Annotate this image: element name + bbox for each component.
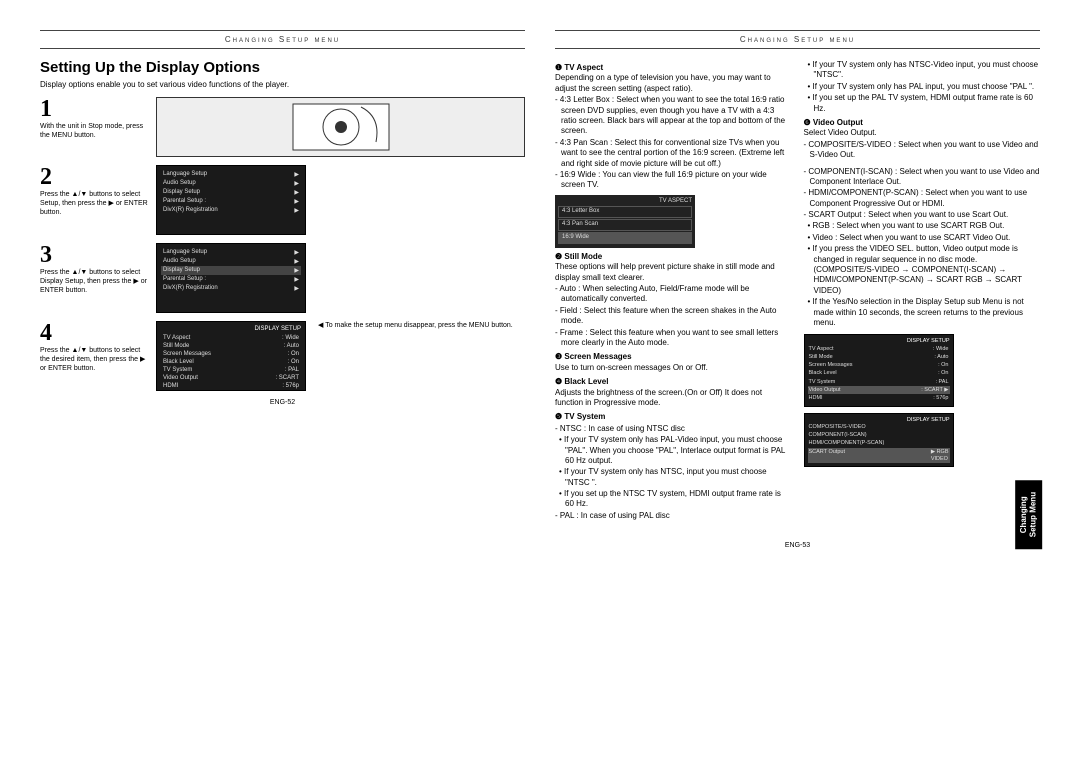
display-setup-screenshot: DISPLAY SETUP TV Aspect: Wide Still Mode… [156,321,306,391]
step-2: 2 Press the ▲/▼ buttons to select Setup,… [40,165,525,235]
tv-aspect-screenshot: TV ASPECT 4:3 Letter Box 4:3 Pan Scan 16… [555,195,695,248]
still-mode-title: ❷ Still Mode [555,252,792,262]
step-4-number: 4 [40,321,150,345]
left-page-number: ENG-52 [40,399,525,406]
menu-close-note: ◀ To make the setup menu disappear, pres… [312,321,525,391]
step-4-text: Press the ▲/▼ buttons to select the desi… [40,347,150,373]
display-setup-mini-screenshot: DISPLAY SETUP TV Aspect: Wide Still Mode… [804,334,954,406]
right-page-header: Changing Setup menu [555,30,1040,49]
step-4: 4 Press the ▲/▼ buttons to select the de… [40,321,525,391]
step-3: 3 Press the ▲/▼ buttons to select Displa… [40,243,525,313]
setup-menu-screenshot-1: Language Setup▶ Audio Setup▶ Display Set… [156,165,306,235]
video-output-mini-screenshot: DISPLAY SETUP COMPOSITE/S-VIDEO COMPONEN… [804,413,954,468]
step-3-text: Press the ▲/▼ buttons to select Display … [40,269,150,295]
step-1-number: 1 [40,97,150,121]
step-1: 1 With the unit in Stop mode, press the … [40,97,525,157]
side-tab: Changing Setup Menu [1015,480,1042,549]
step-3-number: 3 [40,243,150,267]
page-title: Setting Up the Display Options [40,59,525,76]
right-page-number: ENG-53 [555,542,1040,549]
black-level-title: ❹ Black Level [555,377,792,387]
step-1-text: With the unit in Stop mode, press the ME… [40,123,150,141]
tv-system-title: ❺ TV System [555,412,792,422]
remote-illustration [156,97,525,157]
setup-menu-screenshot-2: Language Setup▶ Audio Setup▶ Display Set… [156,243,306,313]
step-2-number: 2 [40,165,150,189]
tv-aspect-title: ❶ TV Aspect [555,63,792,73]
screen-messages-title: ❸ Screen Messages [555,352,792,362]
video-output-title: ❻ Video Output [804,118,1041,128]
tv-aspect-lead: Depending on a type of television you ha… [555,73,792,94]
left-page-header: Changing Setup menu [40,30,525,49]
step-2-text: Press the ▲/▼ buttons to select Setup, t… [40,191,150,217]
intro-text: Display options enable you to set variou… [40,80,525,89]
